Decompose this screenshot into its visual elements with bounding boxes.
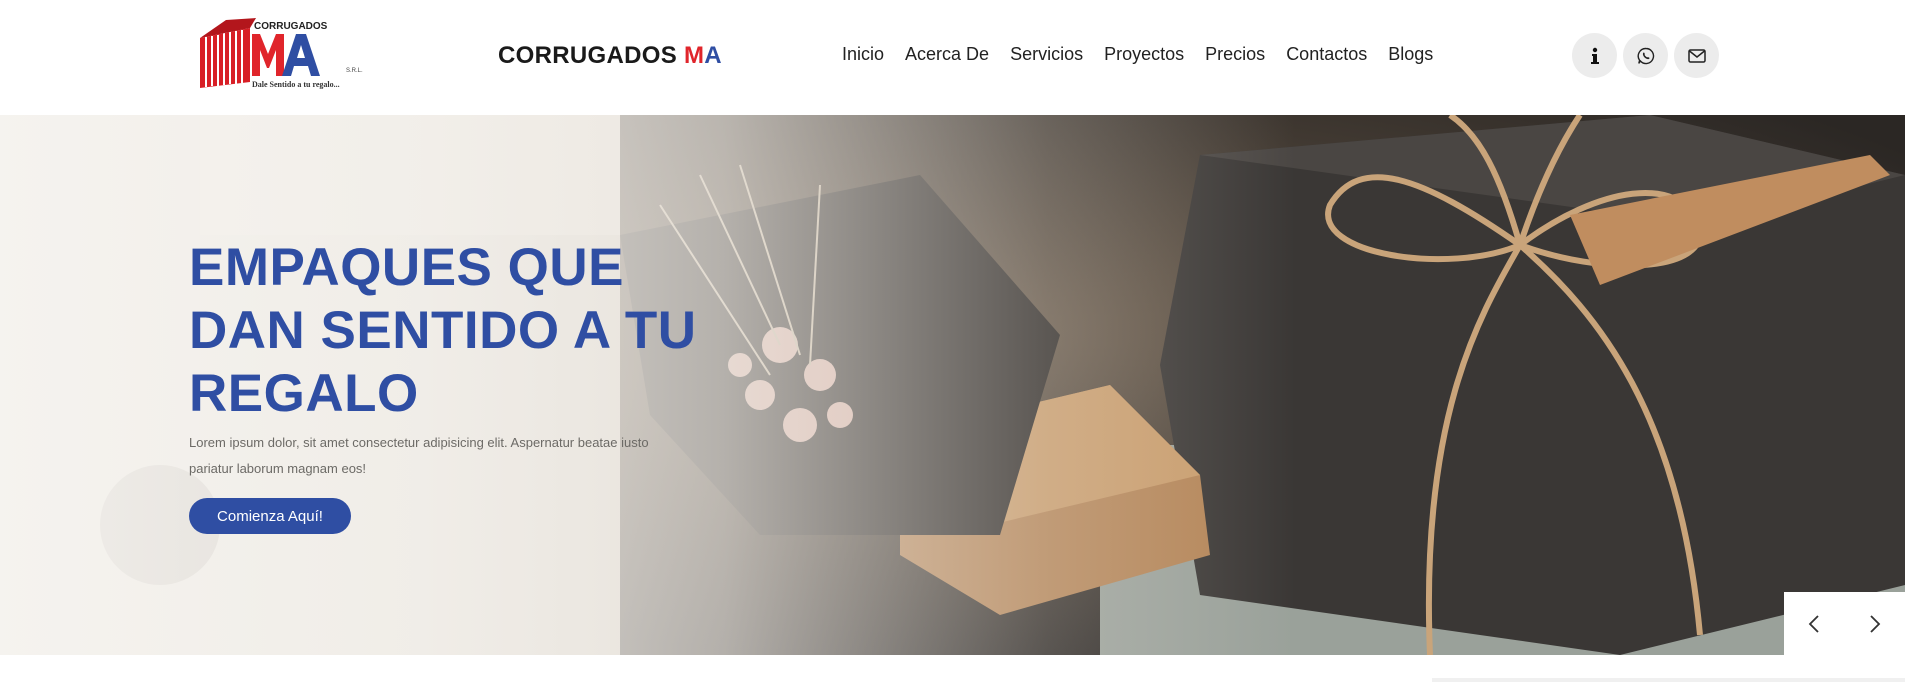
chevron-right-icon: [1870, 614, 1881, 633]
nav-proyectos[interactable]: Proyectos: [1104, 44, 1184, 65]
main-nav: Inicio Acerca De Servicios Proyectos Pre…: [842, 44, 1454, 65]
nav-contactos[interactable]: Contactos: [1286, 44, 1367, 65]
brand-letter-a: A: [704, 42, 722, 69]
header-icon-group: [1572, 33, 1719, 78]
nav-acerca-de[interactable]: Acerca De: [905, 44, 989, 65]
logo-suffix: S.R.L.: [346, 68, 363, 74]
hero-slider: EMPAQUES QUE DAN SENTIDO A TU REGALO Lor…: [0, 115, 1905, 655]
chevron-left-icon: [1808, 614, 1819, 633]
logo-tagline: Dale Sentido a tu regalo...: [252, 80, 340, 89]
hero-description: Lorem ipsum dolor, sit amet consectetur …: [189, 435, 649, 476]
slider-next-button[interactable]: [1855, 604, 1895, 644]
slider-prev-button[interactable]: [1794, 604, 1834, 644]
whatsapp-icon: [1637, 47, 1654, 64]
section-divider: [1432, 678, 1905, 682]
nav-precios[interactable]: Precios: [1205, 44, 1265, 65]
nav-servicios[interactable]: Servicios: [1010, 44, 1083, 65]
company-logo[interactable]: CORRUGADOS S.R.L. Dale Sentido a tu rega…: [196, 18, 366, 93]
info-button[interactable]: [1572, 33, 1617, 78]
info-icon: [1590, 47, 1599, 64]
brand-prefix: CORRUGADOS: [498, 42, 684, 69]
brand-name[interactable]: CORRUGADOS MA: [498, 42, 722, 70]
whatsapp-button[interactable]: [1623, 33, 1668, 78]
logo-top-text: CORRUGADOS: [254, 21, 328, 32]
slider-controls: [1784, 592, 1905, 655]
email-button[interactable]: [1674, 33, 1719, 78]
nav-blogs[interactable]: Blogs: [1388, 44, 1433, 65]
site-header: CORRUGADOS S.R.L. Dale Sentido a tu rega…: [0, 0, 1905, 115]
brand-letter-m: M: [683, 42, 705, 69]
nav-inicio[interactable]: Inicio: [842, 44, 884, 65]
hero-title: EMPAQUES QUE DAN SENTIDO A TU REGALO: [189, 238, 697, 423]
start-here-button[interactable]: Comienza Aquí!: [189, 498, 351, 534]
envelope-icon: [1687, 48, 1706, 63]
